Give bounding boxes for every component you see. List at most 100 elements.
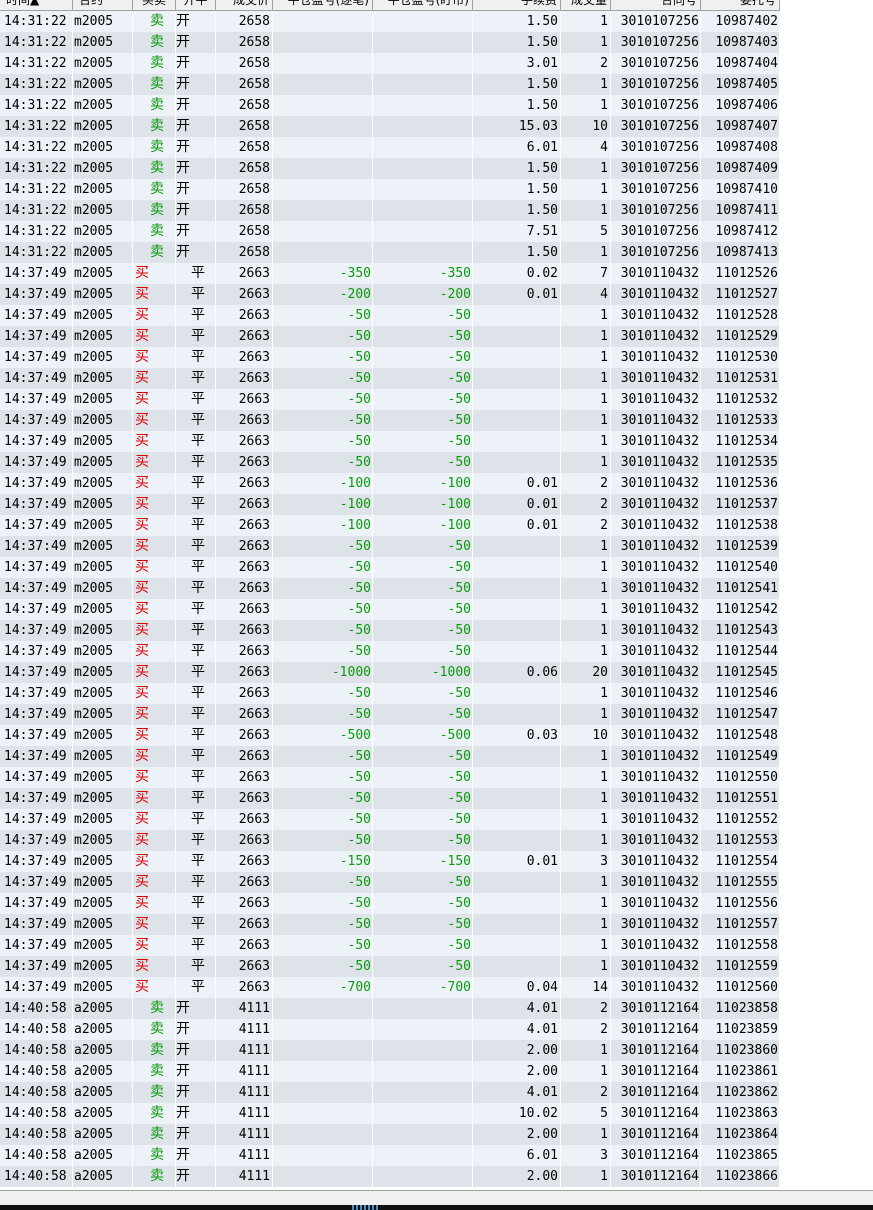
table-row[interactable]: 14:37:49 m2005 买平 2663 -1000 -1000 0.06 20 30101…: [0, 662, 780, 683]
cell-pnl-mark: [373, 116, 473, 137]
table-row[interactable]: 14:37:49 m2005 买平 2663 -50 -50 1 3010110432 1101…: [0, 347, 780, 368]
table-row[interactable]: 14:40:58 a2005 卖开 4111 4.01 2 3010112164 110238…: [0, 1019, 780, 1040]
table-row[interactable]: 14:37:49 m2005 买平 2663 -50 -50 1 3010110432 1101…: [0, 452, 780, 473]
column-header-qty[interactable]: 成交量: [561, 0, 611, 10]
cell-order-no: 11012526: [701, 263, 780, 284]
table-row[interactable]: 14:37:49 m2005 买平 2663 -700 -700 0.04 14 3010110…: [0, 977, 780, 998]
table-row[interactable]: 14:37:49 m2005 买平 2663 -50 -50 1 3010110432 1101…: [0, 683, 780, 704]
cell-fee: 0.01: [473, 851, 561, 872]
table-row[interactable]: 14:37:49 m2005 买平 2663 -50 -50 1 3010110432 1101…: [0, 536, 780, 557]
scroll-grip-icon[interactable]: [352, 1205, 380, 1210]
table-row[interactable]: 14:37:49 m2005 买平 2663 -500 -500 0.03 10 3010110…: [0, 725, 780, 746]
table-row[interactable]: 14:40:58 a2005 卖开 4111 2.00 1 3010112164 110238…: [0, 1061, 780, 1082]
column-header-side[interactable]: 买卖: [133, 0, 176, 10]
column-header-price[interactable]: 成交价: [216, 0, 273, 10]
column-header-fee[interactable]: 手续费: [473, 0, 561, 10]
table-row[interactable]: 14:31:22 m2005 卖开 2658 1.50 1 3010107256 109874…: [0, 242, 780, 263]
table-row[interactable]: 14:40:58 a2005 卖开 4111 6.01 3 3010112164 110238…: [0, 1145, 780, 1166]
table-row[interactable]: 14:40:58 a2005 卖开 4111 2.00 1 3010112164 110238…: [0, 1040, 780, 1061]
cell-open-close: 平: [176, 326, 216, 347]
cell-order-no: 11012552: [701, 809, 780, 830]
table-row[interactable]: 14:40:58 a2005 卖开 4111 10.02 5 3010112164 11023…: [0, 1103, 780, 1124]
cell-trade-no: 3010107256: [611, 116, 701, 137]
table-row[interactable]: 14:37:49 m2005 买平 2663 -50 -50 1 3010110432 1101…: [0, 830, 780, 851]
cell-time: 14:37:49: [0, 473, 73, 494]
cell-order-no: 11012540: [701, 557, 780, 578]
column-header-pnl-each[interactable]: 平仓盈亏(逐笔): [273, 0, 373, 10]
table-row[interactable]: 14:40:58 a2005 卖开 4111 4.01 2 3010112164 110238…: [0, 1082, 780, 1103]
table-row[interactable]: 14:31:22 m2005 卖开 2658 15.03 10 3010107256 1098…: [0, 116, 780, 137]
cell-price: 2663: [216, 977, 273, 998]
table-row[interactable]: 14:37:49 m2005 买平 2663 -50 -50 1 3010110432 1101…: [0, 557, 780, 578]
cell-price: 2663: [216, 284, 273, 305]
cell-side: 买: [133, 725, 176, 746]
table-row[interactable]: 14:37:49 m2005 买平 2663 -50 -50 1 3010110432 1101…: [0, 956, 780, 977]
cell-open-close: 开: [176, 116, 216, 137]
table-row[interactable]: 14:31:22 m2005 卖开 2658 1.50 1 3010107256 109874…: [0, 32, 780, 53]
cell-order-no: 11023861: [701, 1061, 780, 1082]
table-row[interactable]: 14:37:49 m2005 买平 2663 -50 -50 1 3010110432 1101…: [0, 599, 780, 620]
table-row[interactable]: 14:37:49 m2005 买平 2663 -50 -50 1 3010110432 1101…: [0, 305, 780, 326]
table-row[interactable]: 14:31:22 m2005 卖开 2658 7.51 5 3010107256 109874…: [0, 221, 780, 242]
cell-fee: 2.00: [473, 1061, 561, 1082]
table-row[interactable]: 14:37:49 m2005 买平 2663 -50 -50 1 3010110432 1101…: [0, 704, 780, 725]
cell-side: 买: [133, 599, 176, 620]
cell-side: 买: [133, 284, 176, 305]
cell-pnl-each: -50: [273, 956, 373, 977]
table-row[interactable]: 14:31:22 m2005 卖开 2658 1.50 1 3010107256 109874…: [0, 11, 780, 32]
table-row[interactable]: 14:37:49 m2005 买平 2663 -50 -50 1 3010110432 1101…: [0, 809, 780, 830]
column-header-order-no[interactable]: 委托号: [701, 0, 780, 10]
table-row[interactable]: 14:37:49 m2005 买平 2663 -50 -50 1 3010110432 1101…: [0, 620, 780, 641]
table-row[interactable]: 14:31:22 m2005 卖开 2658 1.50 1 3010107256 109874…: [0, 179, 780, 200]
table-row[interactable]: 14:40:58 a2005 卖开 4111 2.00 1 3010112164 110238…: [0, 1124, 780, 1145]
cell-side: 卖: [133, 1103, 176, 1124]
table-row[interactable]: 14:37:49 m2005 买平 2663 -200 -200 0.01 4 30101104…: [0, 284, 780, 305]
table-row[interactable]: 14:37:49 m2005 买平 2663 -50 -50 1 3010110432 1101…: [0, 935, 780, 956]
table-row[interactable]: 14:37:49 m2005 买平 2663 -50 -50 1 3010110432 1101…: [0, 578, 780, 599]
table-row[interactable]: 14:37:49 m2005 买平 2663 -50 -50 1 3010110432 1101…: [0, 389, 780, 410]
table-row[interactable]: 14:31:22 m2005 卖开 2658 1.50 1 3010107256 109874…: [0, 158, 780, 179]
table-row[interactable]: 14:40:58 a2005 卖开 4111 2.00 1 3010112164 110238…: [0, 1166, 780, 1187]
table-row[interactable]: 14:37:49 m2005 买平 2663 -50 -50 1 3010110432 1101…: [0, 767, 780, 788]
table-row[interactable]: 14:37:49 m2005 买平 2663 -50 -50 1 3010110432 1101…: [0, 893, 780, 914]
table-row[interactable]: 14:37:49 m2005 买平 2663 -50 -50 1 3010110432 1101…: [0, 746, 780, 767]
table-row[interactable]: 14:31:22 m2005 卖开 2658 3.01 2 3010107256 109874…: [0, 53, 780, 74]
table-row[interactable]: 14:37:49 m2005 买平 2663 -50 -50 1 3010110432 1101…: [0, 431, 780, 452]
table-row[interactable]: 14:31:22 m2005 卖开 2658 6.01 4 3010107256 109874…: [0, 137, 780, 158]
table-row[interactable]: 14:37:49 m2005 买平 2663 -50 -50 1 3010110432 1101…: [0, 410, 780, 431]
table-row[interactable]: 14:37:49 m2005 买平 2663 -50 -50 1 3010110432 1101…: [0, 914, 780, 935]
cell-contract: m2005: [73, 977, 133, 998]
cell-fee: 10.02: [473, 1103, 561, 1124]
table-row[interactable]: 14:31:22 m2005 卖开 2658 1.50 1 3010107256 109874…: [0, 200, 780, 221]
column-header-time[interactable]: 时间▲: [0, 0, 73, 10]
cell-order-no: 10987407: [701, 116, 780, 137]
table-row[interactable]: 14:37:49 m2005 买平 2663 -350 -350 0.02 7 30101104…: [0, 263, 780, 284]
table-row[interactable]: 14:37:49 m2005 买平 2663 -100 -100 0.01 2 30101104…: [0, 515, 780, 536]
cell-open-close: 平: [176, 683, 216, 704]
table-row[interactable]: 14:31:22 m2005 卖开 2658 1.50 1 3010107256 109874…: [0, 74, 780, 95]
table-row[interactable]: 14:31:22 m2005 卖开 2658 1.50 1 3010107256 109874…: [0, 95, 780, 116]
table-row[interactable]: 14:37:49 m2005 买平 2663 -50 -50 1 3010110432 1101…: [0, 788, 780, 809]
cell-open-close: 开: [176, 1040, 216, 1061]
cell-pnl-each: -50: [273, 914, 373, 935]
column-header-trade-no[interactable]: 合同号: [611, 0, 701, 10]
cell-contract: m2005: [73, 704, 133, 725]
cell-price: 2658: [216, 137, 273, 158]
table-row[interactable]: 14:37:49 m2005 买平 2663 -50 -50 1 3010110432 1101…: [0, 641, 780, 662]
column-header-contract[interactable]: 合约: [73, 0, 133, 10]
column-header-open-close[interactable]: 开平: [176, 0, 216, 10]
cell-order-no: 11012560: [701, 977, 780, 998]
table-row[interactable]: 14:37:49 m2005 买平 2663 -50 -50 1 3010110432 1101…: [0, 326, 780, 347]
cell-side: 卖: [133, 179, 176, 200]
horizontal-scrollbar[interactable]: [0, 1190, 873, 1210]
column-header-pnl-mark[interactable]: 平仓盈亏(盯市): [373, 0, 473, 10]
table-row[interactable]: 14:37:49 m2005 买平 2663 -50 -50 1 3010110432 1101…: [0, 368, 780, 389]
table-row[interactable]: 14:37:49 m2005 买平 2663 -100 -100 0.01 2 30101104…: [0, 494, 780, 515]
cell-open-close: 开: [176, 11, 216, 32]
table-row[interactable]: 14:37:49 m2005 买平 2663 -100 -100 0.01 2 30101104…: [0, 473, 780, 494]
cell-pnl-each: [273, 1040, 373, 1061]
table-row[interactable]: 14:37:49 m2005 买平 2663 -50 -50 1 3010110432 1101…: [0, 872, 780, 893]
cell-price: 2663: [216, 914, 273, 935]
table-row[interactable]: 14:40:58 a2005 卖开 4111 4.01 2 3010112164 110238…: [0, 998, 780, 1019]
table-row[interactable]: 14:37:49 m2005 买平 2663 -150 -150 0.01 3 30101104…: [0, 851, 780, 872]
